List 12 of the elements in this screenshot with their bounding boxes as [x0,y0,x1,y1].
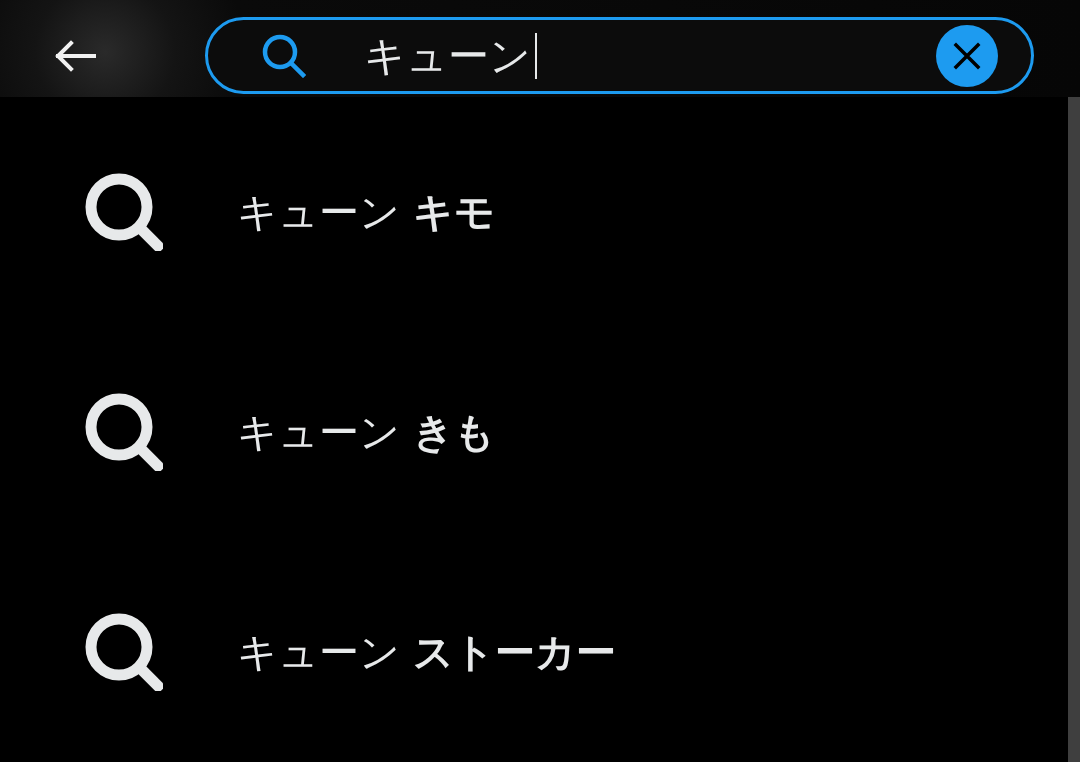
search-icon [85,393,163,471]
search-field[interactable]: キューン [205,17,1034,94]
text-cursor [535,32,537,79]
suggestion-text[interactable]: キューン きも [237,408,495,456]
search-icon [85,613,163,691]
suggestion-text[interactable]: キューン ストーカー [237,628,616,676]
back-arrow-icon [54,39,96,72]
search-icon [85,173,163,251]
suggestion-text[interactable]: キューン キモ [237,188,495,236]
search-query: キューン [364,31,531,80]
search-icon [262,33,306,78]
close-icon [953,41,981,70]
